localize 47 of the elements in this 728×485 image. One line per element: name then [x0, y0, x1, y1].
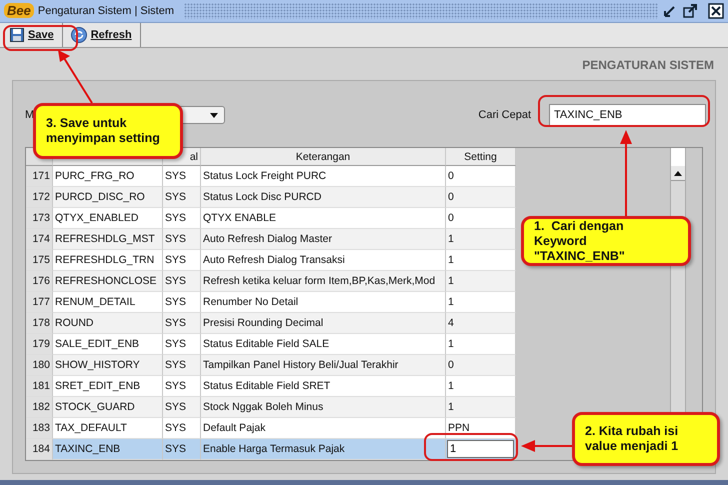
row-number: 173	[26, 208, 53, 230]
refresh-icon	[70, 26, 87, 43]
table-row[interactable]: 171 PURC_FRG_RO SYS Status Lock Freight PURC 0	[26, 166, 516, 188]
maximize-icon[interactable]	[682, 2, 698, 19]
pointer-arrow	[58, 50, 93, 104]
pointer-arrow	[521, 440, 572, 452]
scroll-up-icon[interactable]	[674, 170, 682, 176]
annotation-tooltip: 2. Kita rubah isi value menjadi 1	[572, 412, 720, 466]
close-icon[interactable]	[708, 2, 724, 19]
search-label: Cari Cepat	[478, 109, 531, 122]
table-row[interactable]: 176 REFRESHONCLOSE SYS Refresh ketika keluar form Item,BP,Kas,Merk,Mod 1	[26, 271, 516, 292]
row-number: 175	[26, 250, 53, 272]
table-row[interactable]: 172 PURCD_DISC_RO SYS Status Lock Disc PURCD 0	[26, 187, 516, 208]
row-number: 177	[26, 292, 53, 314]
page-heading: PENGATURAN SISTEM	[581, 57, 715, 74]
row-number: 183	[26, 418, 53, 440]
table-row[interactable]: 177 RENUM_DETAIL SYS Renumber No Detail 1	[26, 292, 516, 314]
table-row[interactable]: 181 SRET_EDIT_ENB SYS Status Editable Field SRET 1	[26, 376, 516, 398]
row-number: 180	[26, 355, 53, 376]
table-row[interactable]: 173 QTYX_ENABLED SYS QTYX ENABLE 0	[26, 208, 516, 230]
row-number: 179	[26, 334, 53, 356]
caret-icon	[210, 112, 218, 118]
row-number: 176	[26, 271, 53, 292]
table-row[interactable]: 179 SALE_EDIT_ENB SYS Status Editable Field SALE 1	[26, 334, 516, 356]
table-row[interactable]: 183 TAX_DEFAULT SYS Default Pajak PPN	[26, 418, 516, 440]
app-logo: Bee	[4, 3, 34, 18]
annotation-tooltip: 3. Save untuk menyimpan setting	[33, 103, 183, 159]
table-row[interactable]: 182 STOCK_GUARD SYS Stock Nggak Boleh Minus 1	[26, 397, 516, 418]
row-number: 174	[26, 229, 53, 250]
table-row[interactable]: 175 REFRESHDLG_TRN SYS Auto Refresh Dialog Transaksi 1	[26, 250, 516, 272]
table-row[interactable]: 178 ROUND SYS Presisi Rounding Decimal 4	[26, 313, 516, 334]
row-number: 171	[26, 166, 53, 188]
table-row[interactable]: 184 TAXINC_ENB SYS Enable Harga Termasuk Pajak 1	[26, 439, 516, 460]
table-cell: SYS	[163, 439, 201, 460]
table-cell: Enable Harga Termasuk Pajak	[201, 439, 446, 460]
row-number: 172	[26, 187, 53, 208]
table-row[interactable]: 180 SHOW_HISTORY SYS Tampilkan Panel History Beli/Jual Terakhir 0	[26, 355, 516, 376]
row-number: 182	[26, 397, 53, 418]
row-number: 184	[26, 439, 53, 460]
search-field[interactable]: TAXINC_ENB	[549, 104, 706, 126]
row-number: 178	[26, 313, 53, 334]
table-cell: TAXINC_ENB	[53, 439, 163, 460]
row-number: 181	[26, 376, 53, 398]
setting-input[interactable]: 1	[447, 440, 514, 458]
window-title: Pengaturan Sistem | Sistem	[38, 4, 176, 17]
table-row[interactable]: 174 REFRESHDLG_MST SYS Auto Refresh Dialog Master 1	[26, 229, 516, 250]
annotation-tooltip: 1. Cari dengan Keyword "TAXINC_ENB"	[521, 216, 691, 266]
